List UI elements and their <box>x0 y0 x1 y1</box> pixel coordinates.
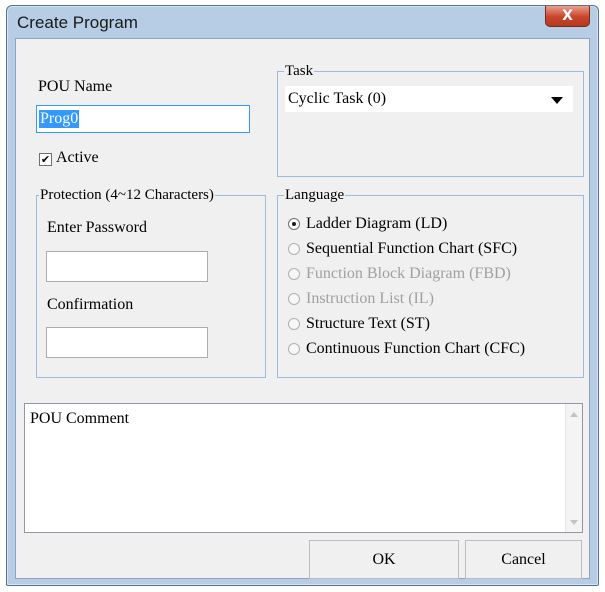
pou-name-input[interactable]: Prog0 <box>36 105 250 133</box>
create-program-dialog: Create Program X POU Name Prog0 ✔ Active… <box>6 5 599 586</box>
radio-icon <box>288 218 300 230</box>
task-dropdown-value: Cyclic Task (0) <box>288 90 387 107</box>
pou-comment-label: POU Comment <box>30 410 130 427</box>
cancel-button-label: Cancel <box>501 550 546 568</box>
scroll-up-button[interactable] <box>567 406 581 422</box>
pou-comment-textarea[interactable]: POU Comment <box>24 403 583 533</box>
language-option-fbd: Function Block Diagram (FBD) <box>288 263 511 285</box>
arrow-up-icon <box>570 411 578 417</box>
radio-icon <box>288 243 300 255</box>
pou-name-label: POU Name <box>38 78 113 95</box>
language-option-label: Continuous Function Chart (CFC) <box>306 340 526 357</box>
dropdown-arrow-icon <box>551 97 563 104</box>
close-button[interactable]: X <box>545 6 590 27</box>
protection-group-title: Protection (4~12 Characters) <box>39 185 215 205</box>
language-option-label: Ladder Diagram (LD) <box>306 215 448 232</box>
language-option-sfc[interactable]: Sequential Function Chart (SFC) <box>288 238 517 260</box>
ok-button-label: OK <box>372 550 396 568</box>
language-option-label: Structure Text (ST) <box>306 315 430 332</box>
title-bar[interactable]: Create Program X <box>7 6 598 37</box>
language-option-label: Function Block Diagram (FBD) <box>306 265 511 282</box>
task-dropdown[interactable]: Cyclic Task (0) <box>285 86 573 112</box>
language-option-st[interactable]: Structure Text (ST) <box>288 313 430 335</box>
arrow-down-icon <box>570 519 578 525</box>
radio-icon <box>288 293 300 305</box>
language-group-title: Language <box>284 185 346 205</box>
active-checkbox[interactable]: ✔ <box>39 153 52 166</box>
active-label: Active <box>56 149 99 166</box>
radio-icon <box>288 268 300 280</box>
task-group: Task Cyclic Task (0) <box>277 61 584 177</box>
language-option-cfc[interactable]: Continuous Function Chart (CFC) <box>288 338 525 360</box>
language-option-il: Instruction List (IL) <box>288 288 434 310</box>
language-option-ld[interactable]: Ladder Diagram (LD) <box>288 213 447 235</box>
pou-name-value: Prog0 <box>39 110 80 128</box>
language-option-label: Instruction List (IL) <box>306 290 434 307</box>
language-option-label: Sequential Function Chart (SFC) <box>306 240 518 257</box>
confirmation-input[interactable] <box>46 327 208 358</box>
dialog-title: Create Program <box>17 13 138 32</box>
dialog-body: POU Name Prog0 ✔ Active Task Cyclic Task… <box>15 38 590 579</box>
radio-icon <box>288 343 300 355</box>
scroll-down-button[interactable] <box>567 514 581 530</box>
checkmark-icon: ✔ <box>40 153 51 166</box>
cancel-button[interactable]: Cancel <box>465 540 582 579</box>
language-group: Language Ladder Diagram (LD) Sequential … <box>277 185 584 378</box>
ok-button[interactable]: OK <box>309 540 459 579</box>
enter-password-label: Enter Password <box>47 219 147 236</box>
confirmation-label: Confirmation <box>47 296 134 313</box>
enter-password-input[interactable] <box>46 251 208 282</box>
comment-scrollbar[interactable] <box>565 404 582 532</box>
close-icon: X <box>562 8 573 24</box>
protection-group: Protection (4~12 Characters) Enter Passw… <box>36 185 266 378</box>
radio-icon <box>288 318 300 330</box>
task-group-title: Task <box>284 61 315 81</box>
